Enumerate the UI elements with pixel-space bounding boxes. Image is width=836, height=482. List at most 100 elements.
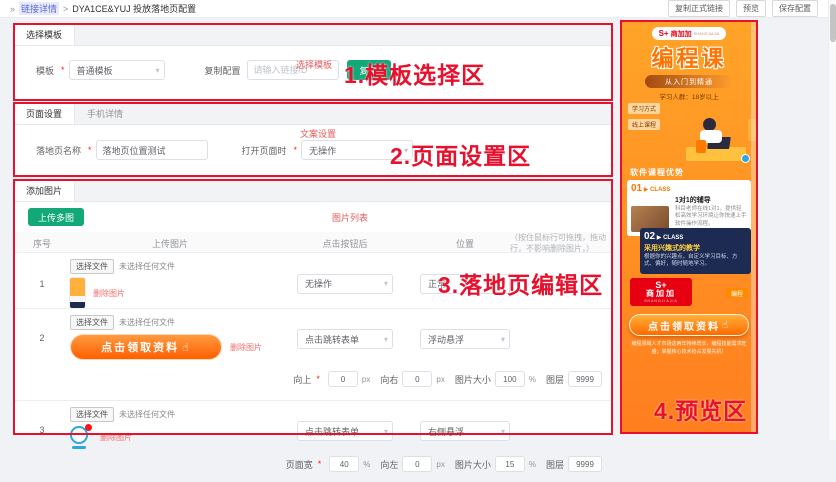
hand-icon: ☝ (721, 319, 731, 331)
tab-add-images[interactable]: 添加图片 (14, 180, 76, 201)
preview-footer-text: 编程领域人才市场这两年持续增长，编程技能需求旺盛；掌握核心技术抢占发展先机！ (631, 341, 747, 355)
images-table-header: 序号 上传图片 点击按钮后 位置 （按住鼠标行可拖拽，拖动行，不影响删除图片，） (14, 232, 612, 253)
table-row: 3 选择文件 未选择任何文件 删除图片 点击跳转表单 ▾ 右侧悬浮 ▾ 页面宽 … (14, 400, 612, 482)
class2-card: 02 ▶ CLASS 采用兴趣式的教学 根据你的兴趣点，自定义学习目标、方式、偏… (640, 228, 751, 274)
brand-logo: S+ 商加加 SHANGJIAJIA (652, 27, 726, 40)
image-size-input[interactable] (494, 371, 525, 387)
breadcrumb-link[interactable]: 链接详情 (19, 2, 60, 15)
open-page-select[interactable]: 无操作 ▾ (301, 140, 414, 160)
required-mark: * (61, 65, 65, 75)
page-width-input[interactable] (329, 456, 360, 472)
choose-file-button[interactable]: 选择文件 (70, 315, 114, 330)
chevron-down-icon: ▾ (500, 279, 505, 288)
save-config-button[interactable]: 保存配置 (772, 0, 818, 17)
template-card: 选择模板 选择模板 模板 * 普通模板 ▾ 复制配置 复制 (14, 24, 612, 100)
page-name-input[interactable] (95, 140, 208, 160)
top-bar: » 链接详情 > DYA1CE&YUJ 投放落地页配置 复制正式链接 预览 保存… (0, 0, 828, 18)
offset-left-input[interactable] (402, 456, 433, 472)
chevron-down-icon: ▾ (383, 279, 388, 288)
cta-button[interactable]: 点击领取资料 ☝ (629, 314, 749, 336)
copy-config-label: 复制配置 (204, 65, 241, 76)
copy-official-link-button[interactable]: 复制正式链接 (668, 0, 730, 17)
row-index: 3 (39, 425, 45, 435)
upload-multi-button[interactable]: 上传多图 (28, 208, 85, 226)
preview-illustration: 学习方式 线上课程 (622, 103, 756, 165)
template-red-link[interactable]: 选择模板 (296, 58, 332, 71)
row3-action-select[interactable]: 点击跳转表单 ▾ (297, 421, 393, 441)
table-row: 1 选择文件 未选择任何文件 删除图片 无操作 ▾ 正常 ▾ (14, 252, 612, 308)
page-settings-tabstrip: 页面设置 手机详情 (14, 103, 612, 125)
page-scrollbar-thumb[interactable] (830, 4, 836, 42)
tab-select-template[interactable]: 选择模板 (14, 24, 76, 45)
class1-title: 1对1的辅导 (675, 197, 711, 204)
page-settings-red-link[interactable]: 文案设置 (300, 127, 336, 140)
notification-dot (85, 424, 92, 431)
chevron-down-icon: ▾ (383, 426, 388, 436)
copy-button[interactable]: 复制 (346, 60, 391, 80)
preview-title: 编程课 (651, 46, 727, 71)
image-list-caption: 图片列表 (332, 213, 369, 223)
choose-file-button[interactable]: 选择文件 (70, 407, 114, 422)
images-tabstrip: 添加图片 (14, 180, 612, 202)
delete-image-link[interactable]: 删除图片 (93, 288, 125, 299)
delete-image-link[interactable]: 删除图片 (100, 432, 132, 443)
preview-button[interactable]: 预览 (736, 0, 766, 17)
chat-bubble-icon (741, 154, 750, 163)
cta-image-thumbnail: 点击领取资料 ☝ (70, 334, 222, 360)
class1-text: 科目老师在线1对1，提供轻松高效学习环境让你快速上手软件操作流程。 (675, 206, 747, 227)
tab-phone-detail[interactable]: 手机详情 (75, 103, 135, 124)
z-index-input[interactable] (568, 456, 602, 472)
preview-subtitle: 从入门到精通 (645, 75, 733, 88)
required-mark: * (88, 145, 92, 155)
file-empty-text: 未选择任何文件 (119, 410, 175, 419)
landing-page-preview[interactable]: S+ 商加加 SHANGJIAJIA 编程课 从入门到精通 学习人群：18岁以上… (622, 22, 756, 432)
method-label: 学习方式 (628, 103, 661, 114)
preview-scrollbar[interactable] (751, 22, 756, 432)
brand-logo-card: S+ 商加加 SHANGJIAJIA (630, 278, 692, 306)
breadcrumb-icon: » (10, 3, 16, 14)
breadcrumb-current: DYA1CE&YUJ 投放落地页配置 (72, 4, 197, 14)
method-value: 线上课程 (628, 119, 661, 130)
row2-action-select[interactable]: 点击跳转表单 ▾ (297, 329, 393, 349)
image-size-input[interactable] (494, 456, 525, 472)
template-select[interactable]: 普通模板 ▾ (68, 60, 165, 80)
class2-text: 根据你的兴趣点，自定义学习目标、方式、偏好，随时随地学习。 (644, 254, 738, 268)
template-tabstrip: 选择模板 (14, 24, 612, 46)
chevron-down-icon: ▾ (155, 65, 160, 75)
chevron-down-icon: ▾ (500, 426, 505, 436)
row1-action-select[interactable]: 无操作 ▾ (297, 273, 393, 294)
tab-page-settings[interactable]: 页面设置 (14, 103, 76, 124)
col-action: 点击按钮后 (322, 238, 368, 249)
row1-position-select[interactable]: 正常 ▾ (420, 273, 510, 294)
row-index: 1 (39, 278, 45, 289)
advantage-heading: 软件课程优势 (630, 168, 684, 177)
file-empty-text: 未选择任何文件 (119, 318, 175, 327)
page-scrollbar[interactable] (828, 0, 836, 440)
offset-up-input[interactable] (327, 371, 358, 387)
file-empty-text: 未选择任何文件 (119, 262, 175, 271)
chevron-down-icon: ▾ (500, 334, 505, 344)
row3-offset-fields: 页面宽* % 向左 px 图片大小 % 图层 (270, 450, 612, 480)
position-note: （按住鼠标行可拖拽，拖动行，不影响删除图片，） (510, 233, 606, 253)
delete-image-link[interactable]: 删除图片 (230, 342, 262, 353)
row3-position-select[interactable]: 右侧悬浮 ▾ (420, 421, 510, 441)
chevron-down-icon: ▾ (404, 145, 409, 155)
breadcrumb-separator: > (63, 3, 69, 14)
mini-chip: 编程 (726, 288, 748, 298)
col-index: 序号 (32, 238, 51, 249)
chevron-down-icon: ▾ (383, 334, 388, 344)
images-card: 添加图片 上传多图 图片列表 序号 上传图片 点击按钮后 位置 （按住鼠标行可拖… (14, 180, 612, 472)
topbar-buttons: 复制正式链接 预览 保存配置 (668, 0, 818, 17)
preview-audience: 学习人群：18岁以上 (659, 94, 719, 101)
hand-icon: ☝ (182, 341, 191, 354)
template-label: 模板 (36, 65, 55, 76)
row2-offset-fields: 向上* px 向右 px 图片大小 % 图层 (270, 365, 612, 395)
required-mark: * (293, 145, 298, 155)
table-row: 2 选择文件 未选择任何文件 点击领取资料 ☝ 删除图片 点击跳转表单 ▾ 浮动 (14, 308, 612, 400)
offset-right-input[interactable] (402, 371, 433, 387)
row2-position-select[interactable]: 浮动悬浮 ▾ (420, 329, 510, 349)
col-image: 上传图片 (151, 238, 188, 249)
open-page-label: 打开页面时 (241, 145, 287, 156)
z-index-input[interactable] (568, 371, 602, 387)
choose-file-button[interactable]: 选择文件 (70, 259, 114, 274)
